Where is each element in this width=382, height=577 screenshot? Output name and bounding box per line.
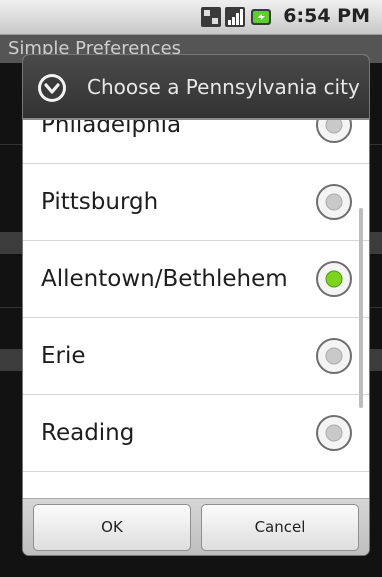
list-item-label: Reading [41,420,135,446]
battery-charging-icon [251,9,271,25]
ok-button[interactable]: OK [33,504,191,551]
city-chooser-dialog: Choose a Pennsylvania city Philadelphia … [23,55,369,555]
list-item-label: Philadelphia [41,120,182,138]
list-item-label: Allentown/Bethlehem [41,266,288,292]
list-item-reading[interactable]: Reading [23,395,369,472]
list-item-philadelphia[interactable]: Philadelphia [23,120,369,164]
chevron-down-circle-icon [38,74,66,102]
list-item-erie[interactable]: Erie [23,318,369,395]
list-scrollbar[interactable] [359,208,363,408]
dialog-title-bar: Choose a Pennsylvania city [23,55,369,120]
list-item-label: Erie [41,343,86,369]
radio-button-icon[interactable] [315,120,353,144]
dialog-button-bar: OK Cancel [23,498,369,555]
radio-button-icon[interactable] [315,183,353,221]
list-item-label: Pittsburgh [41,189,159,215]
usb-debug-icon [201,7,221,27]
status-time: 6:54 PM [283,5,370,27]
status-bar: 6:54 PM [0,0,382,35]
cancel-button[interactable]: Cancel [201,504,359,551]
radio-button-icon[interactable] [315,337,353,375]
city-list[interactable]: Philadelphia Pittsburgh Allentown/Bethle… [23,120,369,498]
list-item-pittsburgh[interactable]: Pittsburgh [23,164,369,241]
dialog-title: Choose a Pennsylvania city [87,75,360,99]
radio-button-icon[interactable] [315,414,353,452]
signal-icon [225,7,245,27]
list-item-allentown-bethlehem[interactable]: Allentown/Bethlehem [23,241,369,318]
radio-button-selected-icon[interactable] [315,260,353,298]
